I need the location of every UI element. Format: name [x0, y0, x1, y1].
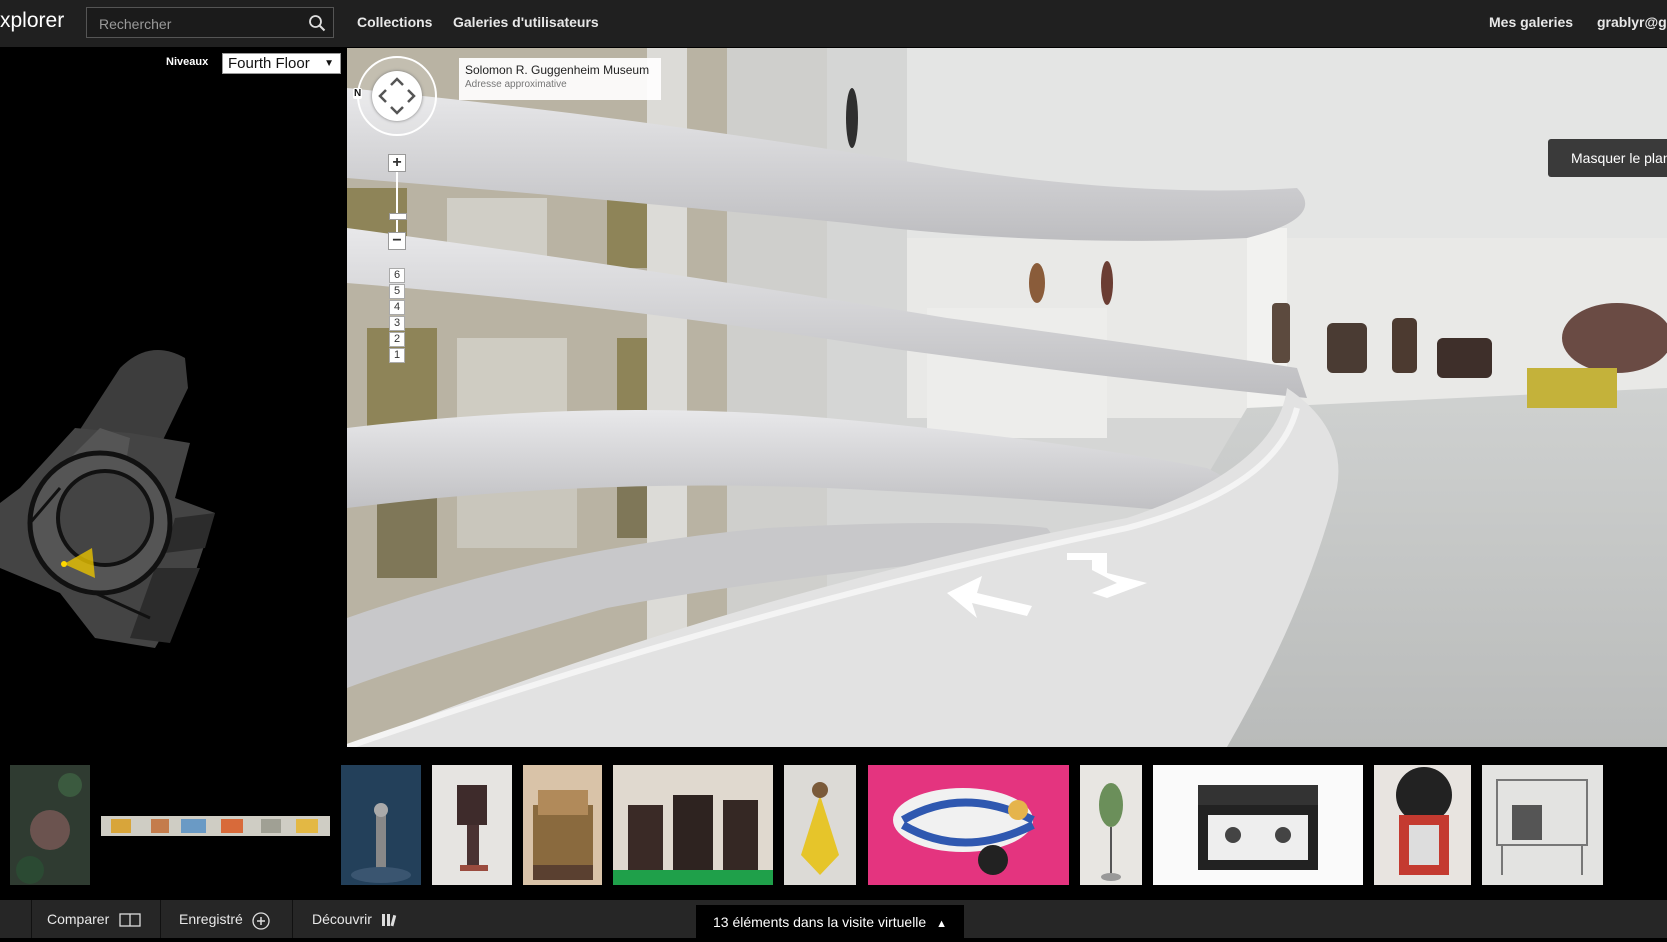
nav-user-galleries[interactable]: Galeries d'utilisateurs — [453, 14, 599, 30]
compare-label: Comparer — [47, 911, 110, 927]
user-account[interactable]: grablyr@gr — [1597, 14, 1667, 30]
artwork-thumbnail[interactable] — [341, 765, 421, 885]
compare-button[interactable]: Comparer — [47, 900, 141, 938]
hide-map-button[interactable]: Masquer le plan — [1548, 139, 1667, 177]
discover-label: Découvrir — [312, 911, 372, 927]
floor-selector: 6 5 4 3 2 1 — [389, 268, 405, 364]
divider — [31, 900, 32, 938]
saved-button[interactable]: Enregistré — [179, 900, 273, 938]
artwork-thumbnail[interactable] — [868, 765, 1069, 885]
zoom-slider-track[interactable] — [396, 172, 398, 240]
artwork-thumbnail[interactable] — [1374, 765, 1471, 885]
artwork-thumbnail[interactable] — [10, 765, 90, 885]
app-logo[interactable]: xplorer — [0, 9, 64, 33]
nav-collections[interactable]: Collections — [357, 14, 432, 30]
museum-rotunda-panorama — [347, 48, 1667, 747]
artwork-thumbnail[interactable] — [784, 765, 856, 885]
dropdown-arrow-icon: ▼ — [324, 58, 334, 69]
artwork-thumbnail[interactable] — [1080, 765, 1142, 885]
pan-control[interactable] — [357, 56, 437, 136]
chevron-up-icon: ▲ — [936, 918, 947, 930]
level-select[interactable]: Fourth Floor ▼ — [222, 53, 341, 74]
artwork-thumbnail[interactable] — [1153, 765, 1363, 885]
divider — [160, 900, 161, 938]
zoom-in-button[interactable]: + — [388, 154, 406, 172]
discover-icon — [381, 914, 397, 927]
floor-button-3[interactable]: 3 — [389, 316, 405, 331]
search-input[interactable] — [87, 8, 316, 39]
add-icon — [252, 912, 270, 930]
tour-items-label: 13 éléments dans la visite virtuelle — [712, 914, 927, 930]
artwork-thumbnail[interactable] — [432, 765, 512, 885]
zoom-slider-thumb[interactable] — [389, 213, 407, 220]
street-view-panorama[interactable] — [347, 48, 1667, 747]
discover-button[interactable]: Découvrir — [312, 900, 399, 938]
artwork-thumbnail[interactable] — [613, 765, 773, 885]
saved-label: Enregistré — [179, 911, 243, 927]
nav-my-galleries[interactable]: Mes galeries — [1489, 14, 1573, 30]
floor-button-5[interactable]: 5 — [389, 284, 405, 299]
pan-arrows-icon — [378, 77, 416, 115]
virtual-tour-toggle[interactable]: 13 éléments dans la visite virtuelle ▲ — [696, 905, 964, 938]
zoom-out-button[interactable]: − — [388, 232, 406, 250]
artwork-thumbnail[interactable] — [101, 816, 330, 836]
floor-button-4[interactable]: 4 — [389, 300, 405, 315]
floor-map-panel — [0, 48, 347, 747]
level-select-value: Fourth Floor — [228, 55, 310, 72]
floor-button-6[interactable]: 6 — [389, 268, 405, 283]
search-box — [86, 7, 334, 39]
floor-plan-map[interactable] — [0, 48, 347, 747]
floor-button-2[interactable]: 2 — [389, 332, 405, 347]
levels-label: Niveaux — [166, 56, 209, 68]
compass-north-indicator: N — [353, 88, 363, 99]
artwork-thumbnail[interactable] — [523, 765, 602, 885]
artwork-thumbnail[interactable] — [1482, 765, 1603, 885]
location-subtitle: Adresse approximative — [465, 79, 567, 90]
location-info-box: Solomon R. Guggenheim Museum Adresse app… — [459, 58, 661, 100]
location-title: Solomon R. Guggenheim Museum — [465, 63, 650, 77]
compare-icon — [119, 913, 141, 927]
pan-control-center[interactable] — [372, 71, 422, 121]
divider — [292, 900, 293, 938]
search-icon[interactable] — [308, 14, 326, 32]
floor-button-1[interactable]: 1 — [389, 348, 405, 363]
